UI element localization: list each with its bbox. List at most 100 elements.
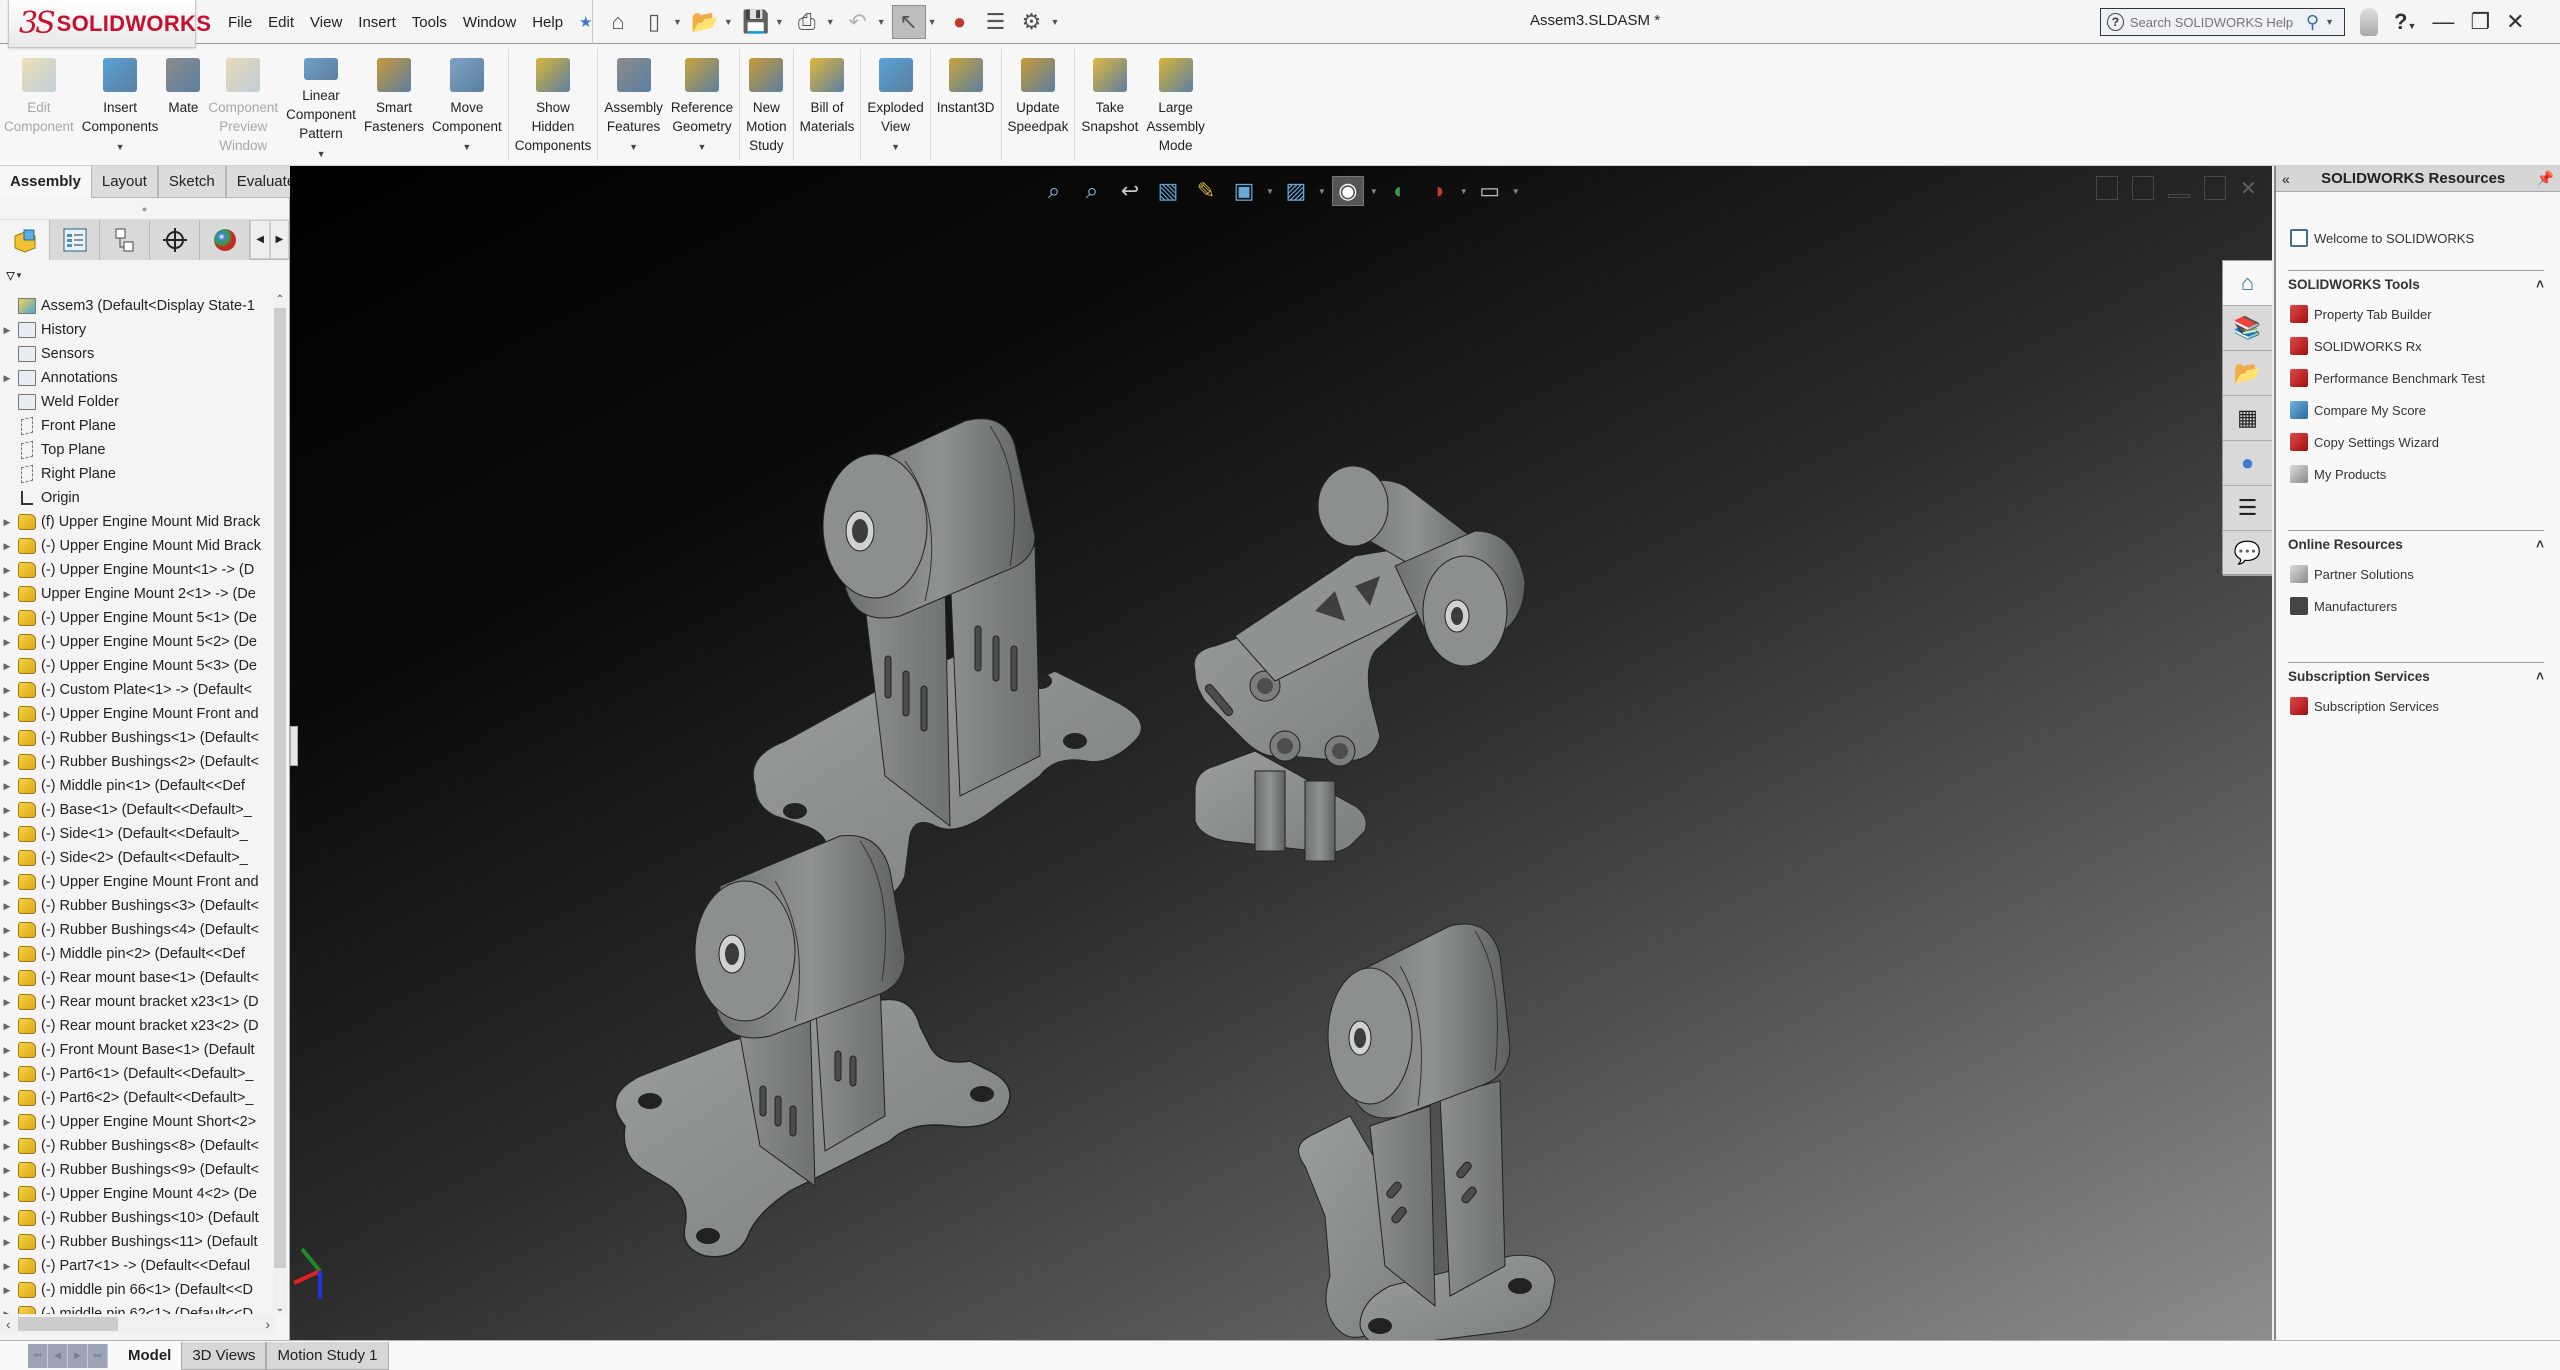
- expand-arrow-icon[interactable]: ▶: [0, 877, 14, 888]
- tree-component[interactable]: ▶ (-) Rear mount bracket x23<2> (D: [0, 1014, 290, 1038]
- expand-arrow-icon[interactable]: ▶: [0, 1189, 14, 1200]
- chevron-down-icon[interactable]: ▼: [724, 17, 733, 27]
- expand-arrow-icon[interactable]: ▶: [0, 1021, 14, 1032]
- reference-geometry-button[interactable]: Reference Geometry ▼: [667, 44, 737, 164]
- linear-component-pattern-button[interactable]: Linear Component Pattern ▼: [282, 44, 360, 164]
- select-arrow-icon[interactable]: ↖: [891, 5, 926, 39]
- show-hidden-components-button[interactable]: Show Hidden Components: [511, 44, 596, 164]
- section-solidworks-tools[interactable]: SOLIDWORKS Tools ˄: [2288, 270, 2544, 298]
- large-assembly-mode-button[interactable]: Large Assembly Mode: [1142, 44, 1209, 164]
- chevron-down-icon[interactable]: ▼: [775, 17, 784, 27]
- expand-arrow-icon[interactable]: ▶: [0, 517, 14, 528]
- solidworks-logo[interactable]: 3S SOLIDWORKS: [8, 0, 211, 48]
- tree-component[interactable]: ▶ (-) Rubber Bushings<10> (Default: [0, 1206, 290, 1230]
- expand-arrow-icon[interactable]: ▶: [0, 565, 14, 576]
- expand-arrow-icon[interactable]: ▶: [0, 325, 14, 336]
- menu-view[interactable]: View: [302, 14, 350, 31]
- propertymanager-tab[interactable]: [50, 220, 101, 260]
- bottom-tab-model[interactable]: Model: [118, 1341, 182, 1370]
- update-speedpak-button[interactable]: Update Speedpak: [1004, 44, 1073, 164]
- print-icon[interactable]: ⎙: [790, 5, 824, 39]
- menu-file[interactable]: File: [220, 14, 260, 31]
- search-icon[interactable]: ⚲: [2306, 12, 2319, 33]
- chevron-down-icon[interactable]: ▼: [2325, 17, 2334, 27]
- open-icon[interactable]: 📂: [688, 5, 722, 39]
- tree-item-annotations[interactable]: ▶ Annotations: [0, 366, 290, 390]
- appearances-icon[interactable]: ●: [2223, 441, 2272, 486]
- filter-funnel-icon[interactable]: ▿: [6, 265, 15, 286]
- scroll-left-icon[interactable]: ‹: [6, 1316, 11, 1332]
- tree-component[interactable]: ▶ (-) Custom Plate<1> -> (Default<: [0, 678, 290, 702]
- expand-arrow-icon[interactable]: ▶: [0, 541, 14, 552]
- tree-item-weld-folder[interactable]: Weld Folder: [0, 390, 290, 414]
- link-property-tab-builder[interactable]: Property Tab Builder: [2276, 298, 2560, 330]
- exploded-view-button[interactable]: Exploded View ▼: [863, 44, 927, 164]
- pin-icon[interactable]: 📌: [2537, 170, 2554, 187]
- tree-item-top-plane[interactable]: Top Plane: [0, 438, 290, 462]
- tree-component[interactable]: ▶ (-) Upper Engine Mount Front and: [0, 870, 290, 894]
- tree-item-origin[interactable]: Origin: [0, 486, 290, 510]
- section-subscription-services[interactable]: Subscription Services ˄: [2288, 662, 2544, 690]
- tree-component[interactable]: ▶ (-) middle pin 66<1> (Default<<D: [0, 1278, 290, 1302]
- expand-arrow-icon[interactable]: ▶: [0, 589, 14, 600]
- chevron-down-icon[interactable]: ▼: [116, 138, 125, 157]
- tree-component[interactable]: ▶ (-) Middle pin<1> (Default<<Def: [0, 774, 290, 798]
- expand-arrow-icon[interactable]: ▶: [0, 1141, 14, 1152]
- bottom-tab-3d-views[interactable]: 3D Views: [181, 1341, 267, 1370]
- link-solidworks-rx[interactable]: SOLIDWORKS Rx: [2276, 330, 2560, 362]
- expand-arrow-icon[interactable]: ▶: [0, 1093, 14, 1104]
- design-library-icon[interactable]: 📚: [2223, 306, 2272, 351]
- edit-component-button[interactable]: Edit Component: [0, 44, 78, 164]
- restore-button[interactable]: ❐: [2470, 9, 2490, 35]
- tree-component[interactable]: ▶ (-) Upper Engine Mount 5<2> (De: [0, 630, 290, 654]
- instant3d-button[interactable]: Instant3D: [933, 44, 999, 164]
- graphics-area[interactable]: ⌕ ⌕ ↩ ▧ ✎ ▣ ▼ ▨ ▼ ◉ ▼ ◐ ◑ ▼ ▭ ▼ ✕: [290, 166, 2272, 1340]
- chevron-down-icon[interactable]: ▼: [826, 17, 835, 27]
- tree-component[interactable]: ▶ (-) Side<2> (Default<<Default>_: [0, 846, 290, 870]
- collapse-pane-icon[interactable]: «: [2282, 171, 2290, 187]
- expand-arrow-icon[interactable]: ▶: [0, 949, 14, 960]
- forum-icon[interactable]: 💬: [2223, 531, 2272, 576]
- displaymanager-tab[interactable]: [200, 220, 251, 260]
- link-performance-benchmark-test[interactable]: Performance Benchmark Test: [2276, 362, 2560, 394]
- scroll-up-icon[interactable]: ⌃: [273, 294, 287, 305]
- custom-properties-icon[interactable]: ☰: [2223, 486, 2272, 531]
- mate-button[interactable]: Mate: [162, 44, 204, 164]
- assembly-features-button[interactable]: Assembly Features ▼: [600, 44, 667, 164]
- expand-arrow-icon[interactable]: ▶: [0, 1261, 14, 1272]
- save-icon[interactable]: 💾: [739, 5, 773, 39]
- tree-component[interactable]: ▶ (-) Upper Engine Mount Mid Brack: [0, 534, 290, 558]
- tab-scroll-left[interactable]: ◀: [250, 220, 270, 259]
- expand-arrow-icon[interactable]: ▶: [0, 733, 14, 744]
- tree-component[interactable]: ▶ (-) Upper Engine Mount<1> -> (D: [0, 558, 290, 582]
- expand-arrow-icon[interactable]: ▶: [0, 1069, 14, 1080]
- chevron-down-icon[interactable]: ▼: [462, 138, 471, 157]
- chevron-down-icon[interactable]: ▼: [877, 17, 886, 27]
- tree-root[interactable]: Assem3 (Default<Display State-1: [0, 294, 290, 318]
- file-explorer-icon[interactable]: 📂: [2223, 351, 2272, 396]
- tree-item-history[interactable]: ▶ History: [0, 318, 290, 342]
- tree-component[interactable]: ▶ (-) Rubber Bushings<4> (Default<: [0, 918, 290, 942]
- minimize-button[interactable]: —: [2432, 9, 2454, 35]
- upper-engine-mount-part[interactable]: [752, 418, 1143, 907]
- tab-assembly[interactable]: Assembly: [0, 166, 91, 198]
- configurationmanager-tab[interactable]: [100, 220, 151, 260]
- chevron-down-icon[interactable]: ▼: [1051, 17, 1060, 27]
- tree-component[interactable]: ▶ (-) Rubber Bushings<3> (Default<: [0, 894, 290, 918]
- link-manufacturers[interactable]: Manufacturers: [2276, 590, 2560, 622]
- tree-component[interactable]: ▶ (-) Rear mount bracket x23<1> (D: [0, 990, 290, 1014]
- menu-insert[interactable]: Insert: [350, 14, 404, 31]
- rear-engine-mount-part[interactable]: [614, 834, 1011, 1258]
- collapse-section-icon[interactable]: ˄: [2536, 669, 2544, 690]
- expand-arrow-icon[interactable]: ▶: [0, 781, 14, 792]
- chevron-down-icon[interactable]: ▼: [629, 138, 638, 157]
- scrollbar-thumb[interactable]: [18, 1317, 118, 1331]
- component-preview-window-button[interactable]: Component Preview Window: [204, 44, 282, 164]
- expand-arrow-icon[interactable]: ▶: [0, 805, 14, 816]
- take-snapshot-button[interactable]: Take Snapshot: [1077, 44, 1142, 164]
- tree-filter[interactable]: ▿ ▼: [0, 260, 289, 290]
- link-compare-my-score[interactable]: Compare My Score: [2276, 394, 2560, 426]
- welcome-link[interactable]: Welcome to SOLIDWORKS: [2276, 222, 2560, 254]
- tree-component[interactable]: ▶ (-) Middle pin<2> (Default<<Def: [0, 942, 290, 966]
- expand-arrow-icon[interactable]: ▶: [0, 853, 14, 864]
